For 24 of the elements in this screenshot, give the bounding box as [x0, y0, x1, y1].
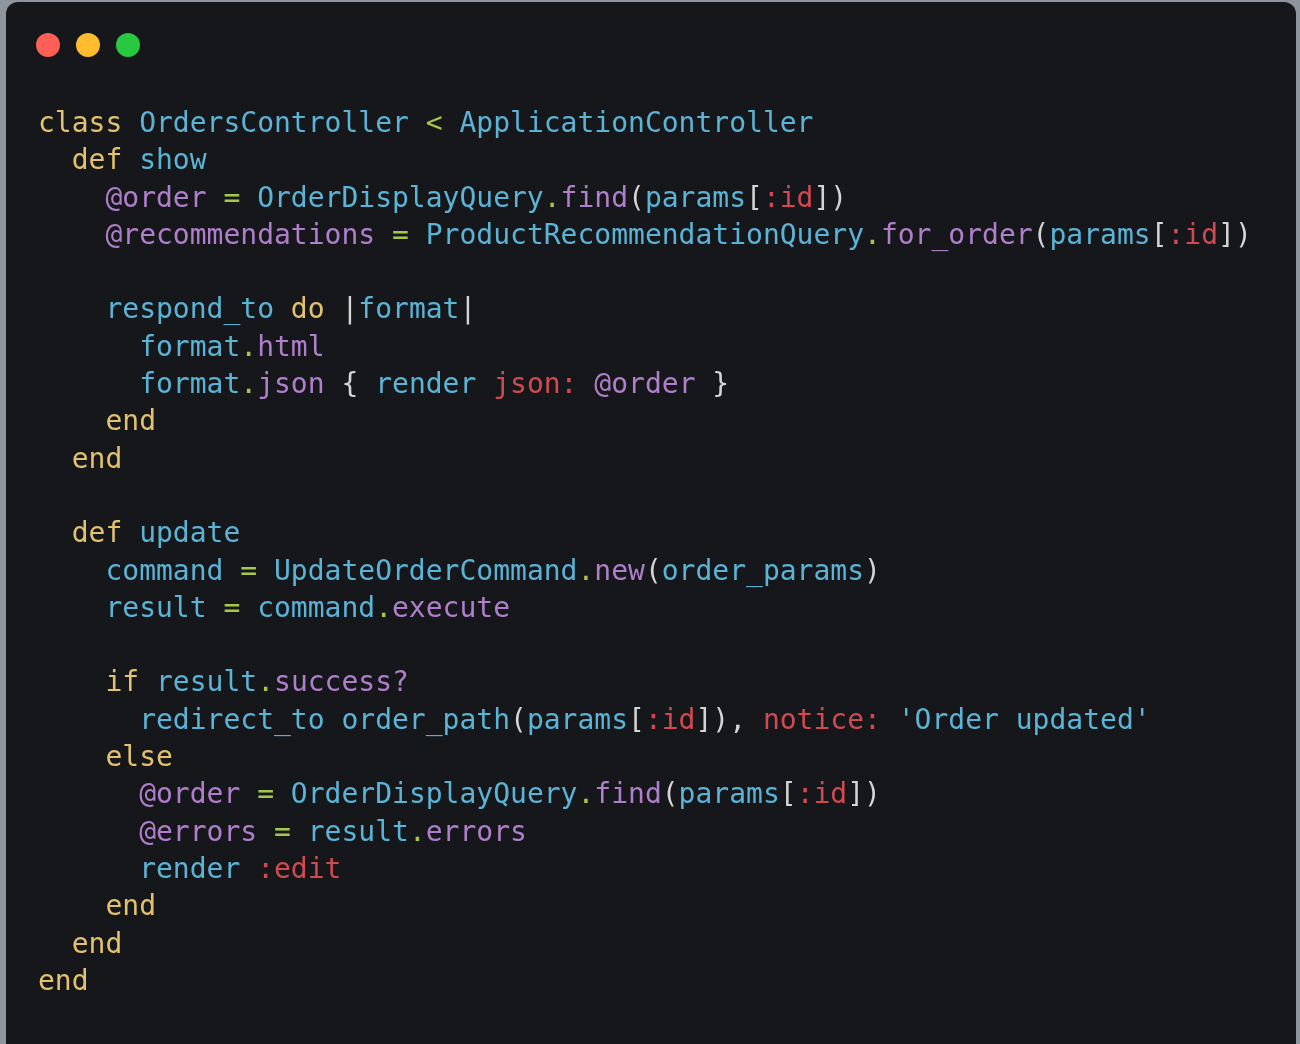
code-line: @order = OrderDisplayQuery.find(params[:id]) [138, 776, 881, 813]
code-line: @order = OrderDisplayQuery.find(params[:id]) [104, 179, 848, 216]
code-line: end [70, 925, 123, 962]
zoom-control[interactable] [116, 33, 140, 57]
code-line: redirect_to order_path(params[:id]), notice: 'Order updated' [138, 701, 1151, 738]
code-line: format.json { render json: @order } [138, 366, 730, 403]
code-line: end [104, 403, 156, 440]
code-line: if result.success? [104, 664, 409, 701]
code-line: def show [70, 142, 207, 179]
code-line: @recommendations = ProductRecommendationQuery.for_order(params[:id]) [104, 216, 1252, 253]
code-line: else [104, 739, 173, 776]
minimize-control[interactable] [76, 33, 100, 57]
code-line: result = command.execute [104, 589, 511, 626]
code-line: def update [70, 515, 241, 552]
code-line: end [104, 888, 156, 925]
code-line: command = UpdateOrderCommand.new(order_params) [104, 552, 881, 589]
code-line: format.html [138, 328, 325, 365]
code-line: class OrdersController < ApplicationController [38, 105, 814, 141]
code-line: @errors = result.errors [138, 813, 527, 850]
code-line: render :edit [138, 850, 342, 887]
code-line: end [70, 440, 123, 477]
close-control[interactable] [36, 33, 60, 57]
code-line: respond_to do |format| [104, 291, 477, 328]
code-line: end [38, 962, 89, 999]
